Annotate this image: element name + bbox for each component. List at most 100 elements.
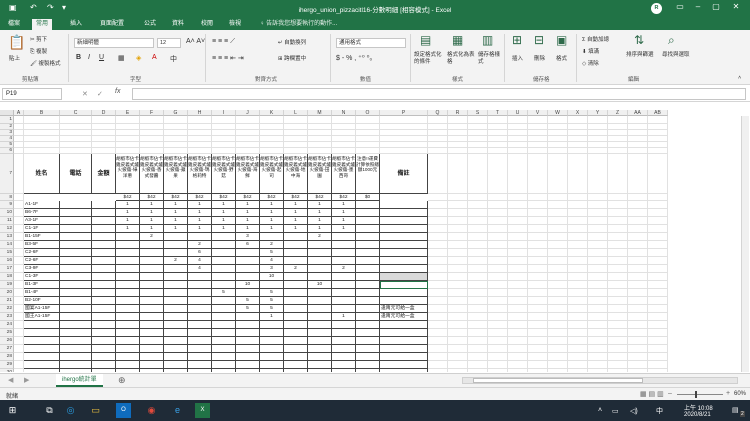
empty-cell[interactable] <box>548 116 568 124</box>
empty-cell[interactable] <box>648 194 668 201</box>
empty-cell[interactable] <box>488 241 508 249</box>
quantity-cell[interactable]: 1 <box>140 209 164 217</box>
empty-cell[interactable] <box>488 201 508 209</box>
quantity-cell[interactable] <box>236 313 260 321</box>
row-header[interactable]: 23 <box>0 313 14 321</box>
quantity-cell[interactable]: 2 <box>164 257 188 265</box>
empty-cell[interactable] <box>528 361 548 369</box>
empty-cell[interactable] <box>428 209 448 217</box>
quantity-cell[interactable]: 1 <box>332 225 356 233</box>
empty-cell[interactable] <box>588 281 608 289</box>
empty-cell[interactable] <box>548 353 568 361</box>
note-cell[interactable] <box>380 233 428 241</box>
empty-cell[interactable] <box>528 154 548 194</box>
empty-cell[interactable] <box>428 217 448 225</box>
empty-cell[interactable] <box>568 116 588 124</box>
underline-button[interactable]: U <box>99 54 104 61</box>
phone-cell[interactable] <box>60 265 92 273</box>
quantity-cell[interactable] <box>236 257 260 265</box>
quantity-cell[interactable]: 2 <box>140 233 164 241</box>
name-cell[interactable]: B3-5F <box>24 241 60 249</box>
empty-cell[interactable] <box>568 281 588 289</box>
quantity-cell[interactable] <box>308 313 332 321</box>
empty-cell[interactable] <box>14 209 24 217</box>
internet-explorer-icon[interactable]: e <box>170 403 185 418</box>
quantity-cell[interactable]: 1 <box>140 201 164 209</box>
empty-cell[interactable] <box>448 321 468 329</box>
empty-cell[interactable] <box>448 241 468 249</box>
amount-cell[interactable] <box>92 249 116 257</box>
empty-cell[interactable] <box>14 353 24 361</box>
format-table-icon[interactable]: ▦ <box>452 33 463 47</box>
empty-cell[interactable] <box>468 321 488 329</box>
quantity-cell[interactable]: 1 <box>212 225 236 233</box>
quantity-cell[interactable]: 1 <box>260 225 284 233</box>
amount-cell[interactable] <box>92 337 116 345</box>
ime-indicator[interactable]: 中 <box>656 406 663 416</box>
quantity-cell[interactable] <box>188 305 212 313</box>
empty-cell[interactable] <box>528 337 548 345</box>
quantity-cell[interactable]: 1 <box>164 209 188 217</box>
row-header[interactable]: 27 <box>0 345 14 353</box>
quantity-cell[interactable]: 2 <box>332 265 356 273</box>
quantity-cell[interactable] <box>356 329 380 337</box>
empty-cell[interactable] <box>568 345 588 353</box>
empty-cell[interactable] <box>448 337 468 345</box>
vertical-scrollbar[interactable] <box>741 116 749 372</box>
empty-cell[interactable] <box>548 281 568 289</box>
empty-cell[interactable] <box>448 329 468 337</box>
name-cell[interactable]: 國宴A1-15F <box>24 305 60 313</box>
quantity-cell[interactable] <box>212 337 236 345</box>
empty-cell[interactable] <box>548 217 568 225</box>
empty-cell[interactable] <box>628 217 648 225</box>
quantity-cell[interactable] <box>260 369 284 372</box>
amount-cell[interactable] <box>92 233 116 241</box>
quantity-cell[interactable] <box>284 241 308 249</box>
sort-filter-icon[interactable]: ⇅ <box>634 33 644 47</box>
price-cell[interactable]: $42 <box>188 194 212 201</box>
empty-cell[interactable] <box>548 329 568 337</box>
note-cell[interactable] <box>380 225 428 233</box>
quantity-cell[interactable]: 2 <box>284 265 308 273</box>
empty-cell[interactable] <box>548 337 568 345</box>
empty-cell[interactable] <box>332 148 356 154</box>
empty-cell[interactable] <box>14 257 24 265</box>
empty-cell[interactable] <box>448 249 468 257</box>
quantity-cell[interactable] <box>332 353 356 361</box>
empty-cell[interactable] <box>608 201 628 209</box>
empty-cell[interactable] <box>508 313 528 321</box>
quantity-cell[interactable] <box>284 297 308 305</box>
empty-cell[interactable] <box>568 313 588 321</box>
empty-cell[interactable] <box>648 217 668 225</box>
quantity-cell[interactable] <box>212 281 236 289</box>
quantity-cell[interactable] <box>284 313 308 321</box>
empty-cell[interactable] <box>548 233 568 241</box>
empty-cell[interactable] <box>588 329 608 337</box>
empty-cell[interactable] <box>608 353 628 361</box>
empty-cell[interactable] <box>628 297 648 305</box>
cell-styles-icon[interactable]: ▥ <box>482 33 493 47</box>
tab-insert[interactable]: 插入 <box>66 19 86 30</box>
empty-cell[interactable] <box>488 265 508 273</box>
row-header[interactable]: 14 <box>0 241 14 249</box>
quantity-cell[interactable] <box>308 257 332 265</box>
empty-cell[interactable] <box>428 369 448 372</box>
collapse-ribbon-icon[interactable]: ˄ <box>738 75 741 81</box>
empty-cell[interactable] <box>508 281 528 289</box>
quantity-cell[interactable]: 1 <box>284 225 308 233</box>
quantity-cell[interactable] <box>116 313 140 321</box>
empty-cell[interactable] <box>284 116 308 124</box>
quantity-cell[interactable]: 1 <box>308 201 332 209</box>
empty-cell[interactable] <box>468 265 488 273</box>
empty-cell[interactable] <box>448 116 468 124</box>
amount-cell[interactable] <box>92 321 116 329</box>
quantity-cell[interactable] <box>356 345 380 353</box>
quantity-cell[interactable] <box>164 233 188 241</box>
delete-cells-icon[interactable]: ⊟ <box>534 33 544 47</box>
empty-cell[interactable] <box>448 201 468 209</box>
price-cell[interactable]: $42 <box>260 194 284 201</box>
empty-cell[interactable] <box>648 345 668 353</box>
empty-cell[interactable] <box>448 345 468 353</box>
empty-cell[interactable] <box>648 281 668 289</box>
cancel-icon[interactable]: ✕ <box>82 90 88 98</box>
